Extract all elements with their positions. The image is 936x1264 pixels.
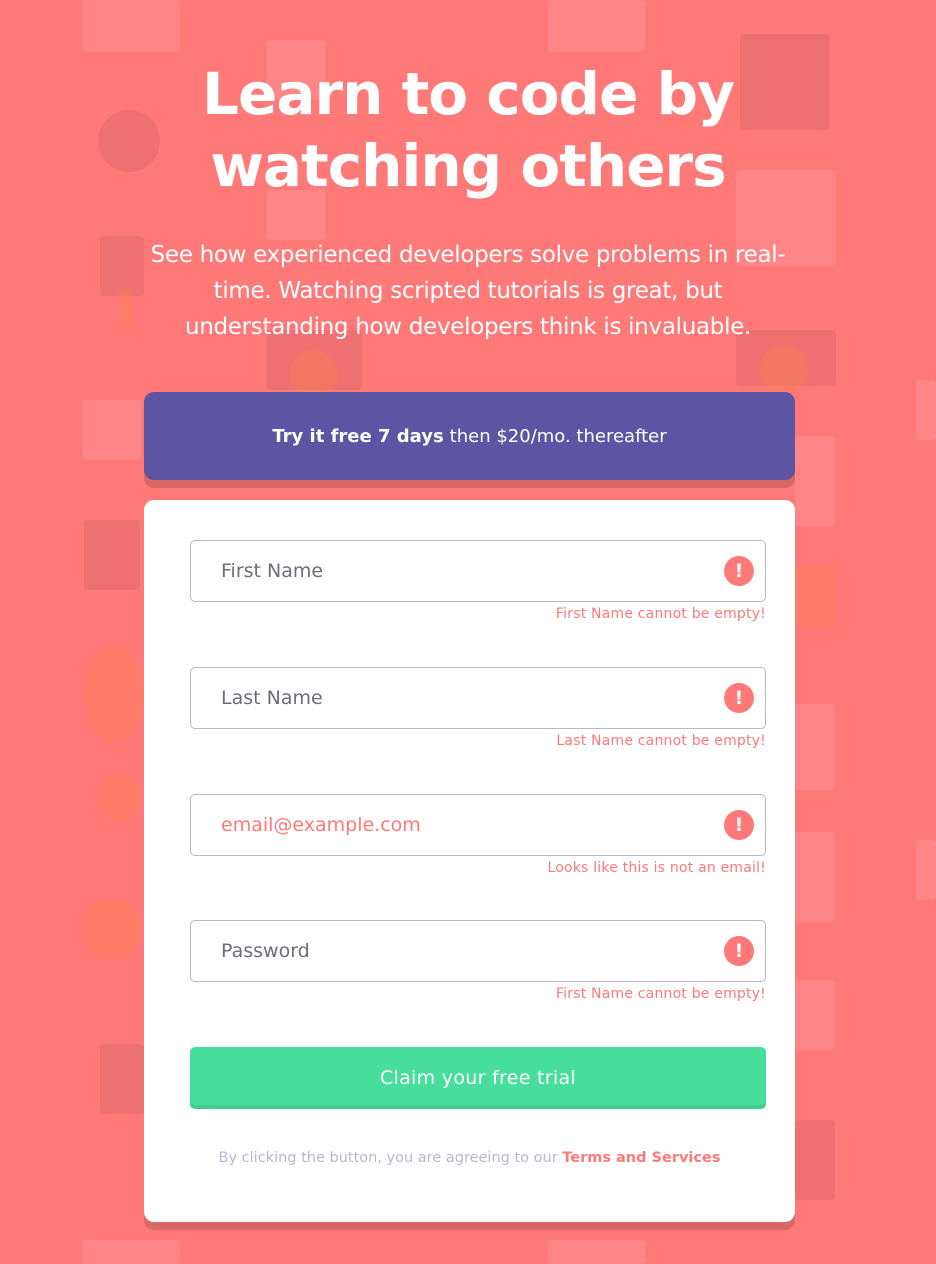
page-title: Learn to code by watching others: [202, 60, 735, 200]
terms-prefix: By clicking the button, you are agreeing…: [218, 1150, 558, 1166]
last-name-input[interactable]: [190, 667, 766, 729]
promo-banner: Try it free 7 days then $20/mo. thereaft…: [144, 392, 795, 480]
email-field: ! Looks like this is not an email!: [190, 794, 766, 876]
error-icon: !: [724, 556, 754, 586]
promo-highlight: Try it free 7 days: [272, 425, 444, 447]
terms-notice: By clicking the button, you are agreeing…: [144, 1150, 795, 1166]
password-error: First Name cannot be empty!: [555, 986, 766, 1002]
hero-description: See how experienced developers solve pro…: [150, 242, 786, 340]
last-name-field: ! Last Name cannot be empty!: [190, 667, 766, 749]
email-error: Looks like this is not an email!: [547, 860, 766, 876]
first-name-field: ! First Name cannot be empty!: [190, 540, 766, 622]
claim-trial-button[interactable]: Claim your free trial: [190, 1047, 766, 1109]
promo-price-text: then $20/mo. thereafter: [449, 425, 667, 447]
last-name-error: Last Name cannot be empty!: [556, 733, 766, 749]
email-input[interactable]: [190, 794, 766, 856]
first-name-error: First Name cannot be empty!: [555, 606, 766, 622]
error-icon: !: [724, 810, 754, 840]
password-field: ! First Name cannot be empty!: [190, 920, 766, 1002]
signup-form: ! First Name cannot be empty! ! Last Nam…: [144, 500, 795, 1222]
terms-link[interactable]: Terms and Services: [562, 1150, 720, 1166]
error-icon: !: [724, 936, 754, 966]
password-input[interactable]: [190, 920, 766, 982]
first-name-input[interactable]: [190, 540, 766, 602]
error-icon: !: [724, 683, 754, 713]
